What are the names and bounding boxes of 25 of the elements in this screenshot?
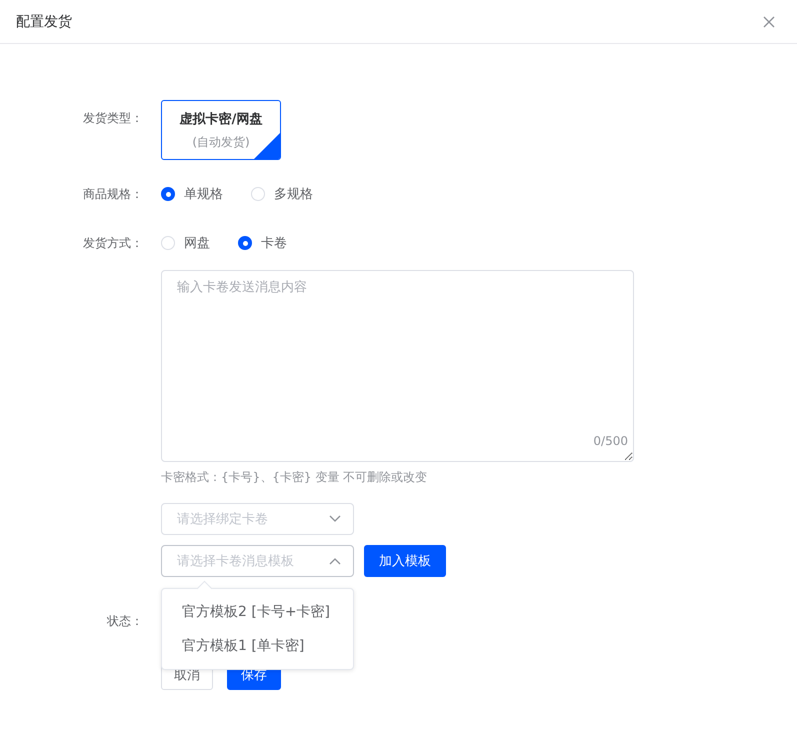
select-placeholder: 请选择绑定卡卷 xyxy=(177,511,268,528)
card-subtitle: (自动发货) xyxy=(192,134,250,150)
delivery-type-card[interactable]: 虚拟卡密/网盘 (自动发货) xyxy=(161,100,281,160)
radio-label: 网盘 xyxy=(184,235,210,252)
radio-label: 卡卷 xyxy=(261,235,287,252)
radio-button[interactable] xyxy=(161,187,175,201)
close-icon[interactable] xyxy=(763,16,775,28)
format-hint: 卡密格式：{卡号}、{卡密} 变量 不可删除或改变 xyxy=(161,470,428,484)
chevron-up-icon xyxy=(329,557,341,565)
field-label: 状态： xyxy=(106,613,143,629)
card-title: 虚拟卡密/网盘 xyxy=(180,110,262,128)
corner-mark-icon xyxy=(254,133,280,159)
character-counter: 0/500 xyxy=(593,434,628,448)
field-label: 发货方式： xyxy=(82,235,143,252)
field-label: 商品规格： xyxy=(82,186,143,203)
dropdown-option[interactable]: 官方模板2 [卡号+卡密] xyxy=(162,595,353,629)
select-placeholder: 请选择卡卷消息模板 xyxy=(177,553,294,570)
radio-label: 单规格 xyxy=(184,186,223,203)
dialog-title: 配置发货 xyxy=(16,12,72,30)
field-label: 发货类型： xyxy=(82,110,143,127)
add-template-button[interactable]: 加入模板 xyxy=(364,545,446,577)
chevron-down-icon xyxy=(329,515,341,523)
radio-label: 多规格 xyxy=(274,186,313,203)
radio-button[interactable] xyxy=(238,236,252,250)
dropdown-option[interactable]: 官方模板1 [单卡密] xyxy=(162,629,353,663)
